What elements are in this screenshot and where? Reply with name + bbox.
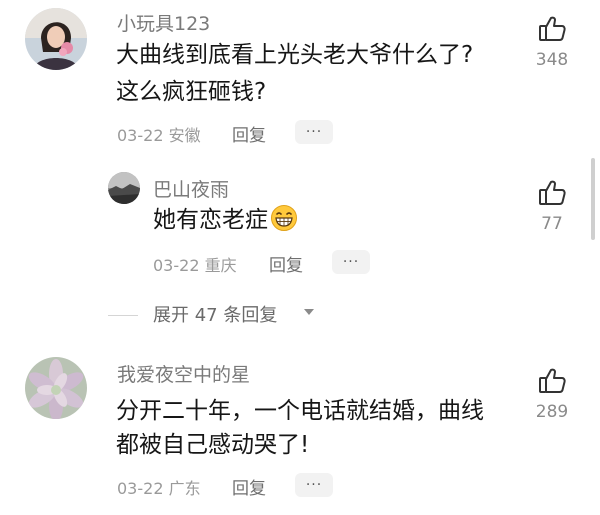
avatar[interactable] <box>25 357 87 419</box>
more-options-button[interactable]: ··· <box>332 250 370 274</box>
thumbs-up-icon <box>539 368 566 393</box>
chevron-down-icon <box>304 309 314 315</box>
more-icon: ··· <box>342 254 360 270</box>
comment-date: 03-22 <box>117 479 164 498</box>
like-button[interactable]: 348 <box>527 14 577 70</box>
more-icon: ··· <box>305 477 323 493</box>
comment-content-line: 大曲线到底看上光头老大爷什么了? <box>116 42 474 68</box>
scrollbar[interactable] <box>591 158 595 240</box>
comment-meta: 03-22 重庆 <box>153 252 237 276</box>
comment-username[interactable]: 巴山夜雨 <box>153 175 229 202</box>
comment-date: 03-22 <box>153 256 200 275</box>
expand-divider <box>108 315 138 316</box>
comment-location: 广东 <box>168 479 201 498</box>
comment-meta: 03-22 安徽 <box>117 122 201 146</box>
comment-location: 安徽 <box>168 126 201 145</box>
comment-username[interactable]: 我爱夜空中的星 <box>117 360 250 387</box>
comment-content-line: 她有恋老症 <box>153 202 298 239</box>
like-button[interactable]: 77 <box>527 178 577 234</box>
like-count: 77 <box>541 214 563 234</box>
comment-date: 03-22 <box>117 126 164 145</box>
comment-username[interactable]: 小玩具123 <box>117 9 210 36</box>
avatar[interactable] <box>25 8 87 70</box>
thumbs-up-icon <box>539 16 566 41</box>
reply-button[interactable]: 回复 <box>232 121 266 146</box>
like-count: 289 <box>535 402 569 422</box>
like-count: 348 <box>535 50 569 70</box>
like-button[interactable]: 289 <box>527 366 577 422</box>
more-options-button[interactable]: ··· <box>295 120 333 144</box>
comment-text: 她有恋老症 <box>153 207 268 233</box>
reply-button[interactable]: 回复 <box>269 251 303 276</box>
expand-replies-label[interactable]: 展开 47 条回复 <box>153 301 277 327</box>
more-options-button[interactable]: ··· <box>295 473 333 497</box>
comment-location: 重庆 <box>204 256 237 275</box>
comment-meta: 03-22 广东 <box>117 475 201 499</box>
comment-content-line: 都被自己感动哭了! <box>116 432 310 458</box>
grin-emoji-icon <box>271 205 297 231</box>
avatar[interactable] <box>108 172 140 204</box>
thumbs-up-icon <box>539 180 566 205</box>
comment-content-line: 分开二十年，一个电话就结婚，曲线 <box>116 398 484 424</box>
reply-button[interactable]: 回复 <box>232 474 266 499</box>
more-icon: ··· <box>305 124 323 140</box>
comment-content-line: 这么疯狂砸钱? <box>116 79 267 105</box>
